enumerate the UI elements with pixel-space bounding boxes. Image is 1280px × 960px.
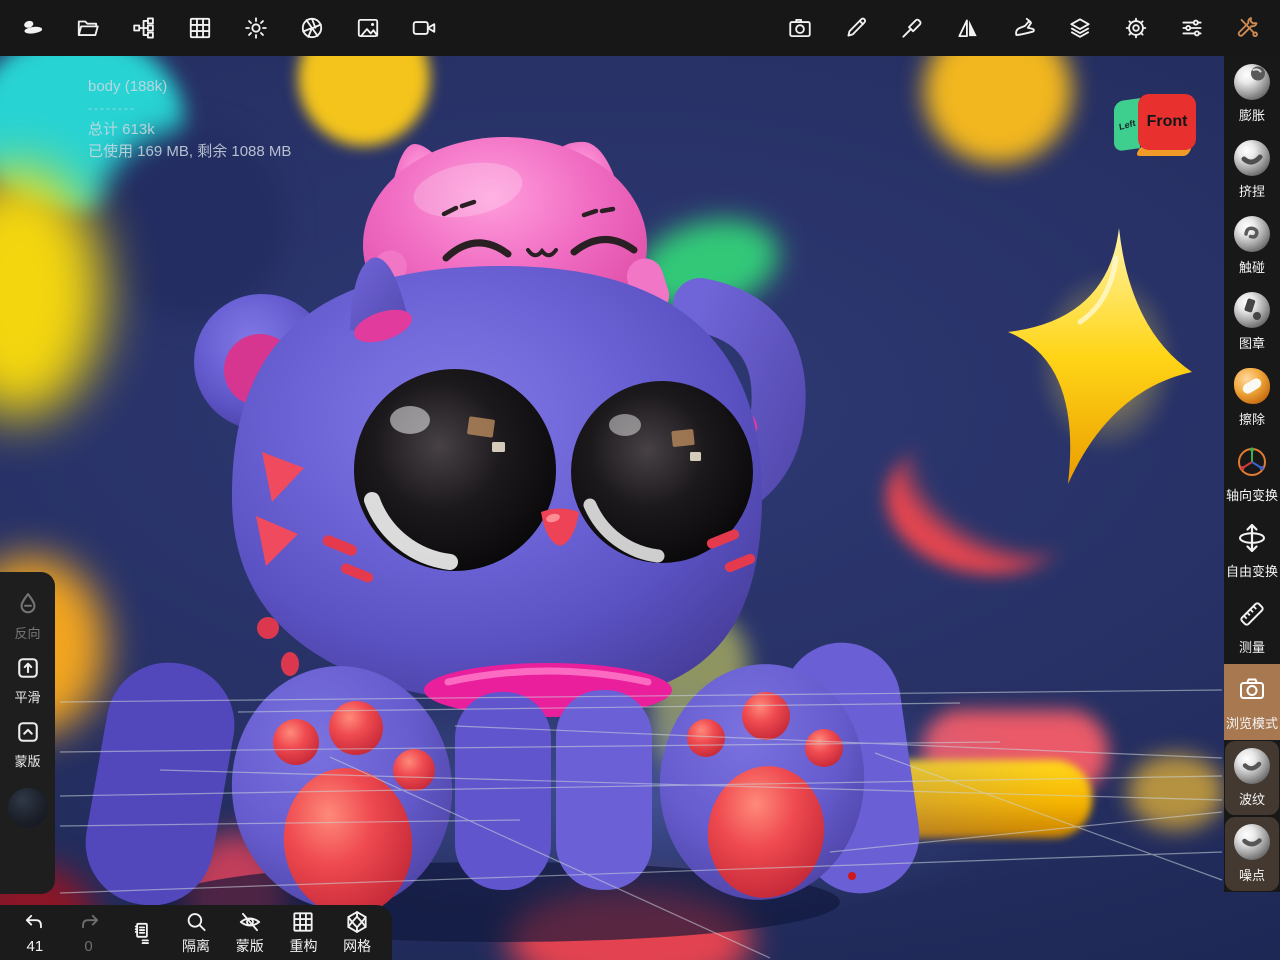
tool-nudge[interactable]: 触碰 xyxy=(1224,208,1280,284)
layer-list-button[interactable] xyxy=(115,905,169,960)
remesh-grid-icon xyxy=(293,912,314,932)
remesh-button[interactable]: 重构 xyxy=(277,905,331,960)
redo-arrow-icon xyxy=(81,914,98,928)
toolbar-right-group xyxy=(772,0,1276,56)
measure-ruler-icon xyxy=(1234,596,1270,632)
wireframe-mesh-icon xyxy=(347,911,367,933)
mask-caret-icon xyxy=(17,722,38,742)
app-logo[interactable] xyxy=(4,0,60,56)
redo-button[interactable]: 0 xyxy=(62,905,116,960)
layer-list-icon xyxy=(135,922,150,944)
mask-visibility-button[interactable]: 蒙版 xyxy=(223,905,277,960)
tools-wrench-icon[interactable] xyxy=(1220,0,1276,56)
pinch-sphere-icon xyxy=(1234,140,1270,176)
tool-gizmo[interactable]: 轴向变换 xyxy=(1224,436,1280,512)
sparkle-star xyxy=(1008,228,1192,484)
camera-video-icon[interactable] xyxy=(396,0,452,56)
material-sphere[interactable] xyxy=(7,788,48,828)
tool-free-transform[interactable]: 自由变换 xyxy=(1224,512,1280,588)
smooth-arrow-icon xyxy=(17,658,38,678)
inflate-sphere-icon xyxy=(1234,64,1270,100)
topology-grid-icon[interactable] xyxy=(172,0,228,56)
free-transform-icon xyxy=(1234,520,1270,556)
cube-left-face[interactable]: Left xyxy=(1114,98,1140,152)
stroke-options-panel: 反向 平滑 蒙版 xyxy=(0,572,55,894)
brush-sidebar: 膨胀 挤捏 触碰 图章 擦除 轴向变换 自由变换 测量 浏览模式 波纹 噪点 xyxy=(1224,56,1280,892)
folder-icon[interactable] xyxy=(60,0,116,56)
tool-erase[interactable]: 擦除 xyxy=(1224,360,1280,436)
background-image-icon[interactable] xyxy=(340,0,396,56)
toolbar-left-group xyxy=(4,0,452,56)
nudge-sphere-icon xyxy=(1234,216,1270,252)
lighting-sun-icon[interactable] xyxy=(228,0,284,56)
tool-measure[interactable]: 测量 xyxy=(1224,588,1280,664)
screenshot-camera-icon[interactable] xyxy=(772,0,828,56)
cube-front-face[interactable]: Front xyxy=(1138,94,1196,150)
stamp-sphere-icon xyxy=(1234,292,1270,328)
tool-inflate[interactable]: 膨胀 xyxy=(1224,56,1280,132)
invert-button[interactable]: 反向 xyxy=(14,590,42,642)
invert-drop-icon xyxy=(20,593,35,614)
tool-noise[interactable]: 噪点 xyxy=(1225,817,1279,891)
bear-character xyxy=(85,137,920,916)
stats-object: body (188k) xyxy=(88,78,168,95)
undo-button[interactable]: 41 xyxy=(8,905,62,960)
tool-ripple[interactable]: 波纹 xyxy=(1225,741,1279,815)
cursor-dot xyxy=(848,872,856,880)
stroke-pencil-icon[interactable] xyxy=(828,0,884,56)
paint-brush-icon[interactable] xyxy=(884,0,940,56)
tool-view-mode[interactable]: 浏览模式 xyxy=(1224,664,1280,740)
gizmo-axes-icon xyxy=(1234,444,1270,480)
tool-pinch[interactable]: 挤捏 xyxy=(1224,132,1280,208)
mask-hidden-eye-icon xyxy=(239,912,260,932)
isolate-magnifier-icon xyxy=(187,913,206,932)
stats-memory: 已使用 169 MB, 剩余 1088 MB xyxy=(88,142,292,160)
stylus-hand-icon[interactable] xyxy=(996,0,1052,56)
ripple-sphere-icon xyxy=(1234,748,1270,784)
render-aperture-icon[interactable] xyxy=(284,0,340,56)
view-mode-camera-icon xyxy=(1234,672,1270,708)
stats-total: 总计 613k xyxy=(88,121,155,139)
bottom-toolbar: 41 0 隔离 蒙版 重构 网格 xyxy=(0,905,392,960)
mask-button[interactable]: 蒙版 xyxy=(14,718,42,770)
sculpt-app-window: body (188k) -------- 总计 613k 已使用 169 MB,… xyxy=(0,0,1280,960)
erase-sphere-icon xyxy=(1234,368,1270,404)
tool-stamp[interactable]: 图章 xyxy=(1224,284,1280,360)
wireframe-button[interactable]: 网格 xyxy=(330,905,384,960)
stats-divider: -------- xyxy=(88,100,136,115)
layers-icon[interactable] xyxy=(1052,0,1108,56)
isolate-button[interactable]: 隔离 xyxy=(169,905,223,960)
interface-sliders-icon[interactable] xyxy=(1164,0,1220,56)
noise-sphere-icon xyxy=(1234,824,1270,860)
settings-gear-icon[interactable] xyxy=(1108,0,1164,56)
scene-graph-icon[interactable] xyxy=(116,0,172,56)
orientation-cube[interactable]: Left Front xyxy=(1112,90,1196,164)
scene-stats: body (188k) -------- 总计 613k 已使用 169 MB,… xyxy=(88,76,291,163)
top-toolbar xyxy=(0,0,1280,56)
symmetry-mirror-icon[interactable] xyxy=(940,0,996,56)
undo-arrow-icon xyxy=(25,914,42,928)
smooth-button[interactable]: 平滑 xyxy=(14,654,42,706)
